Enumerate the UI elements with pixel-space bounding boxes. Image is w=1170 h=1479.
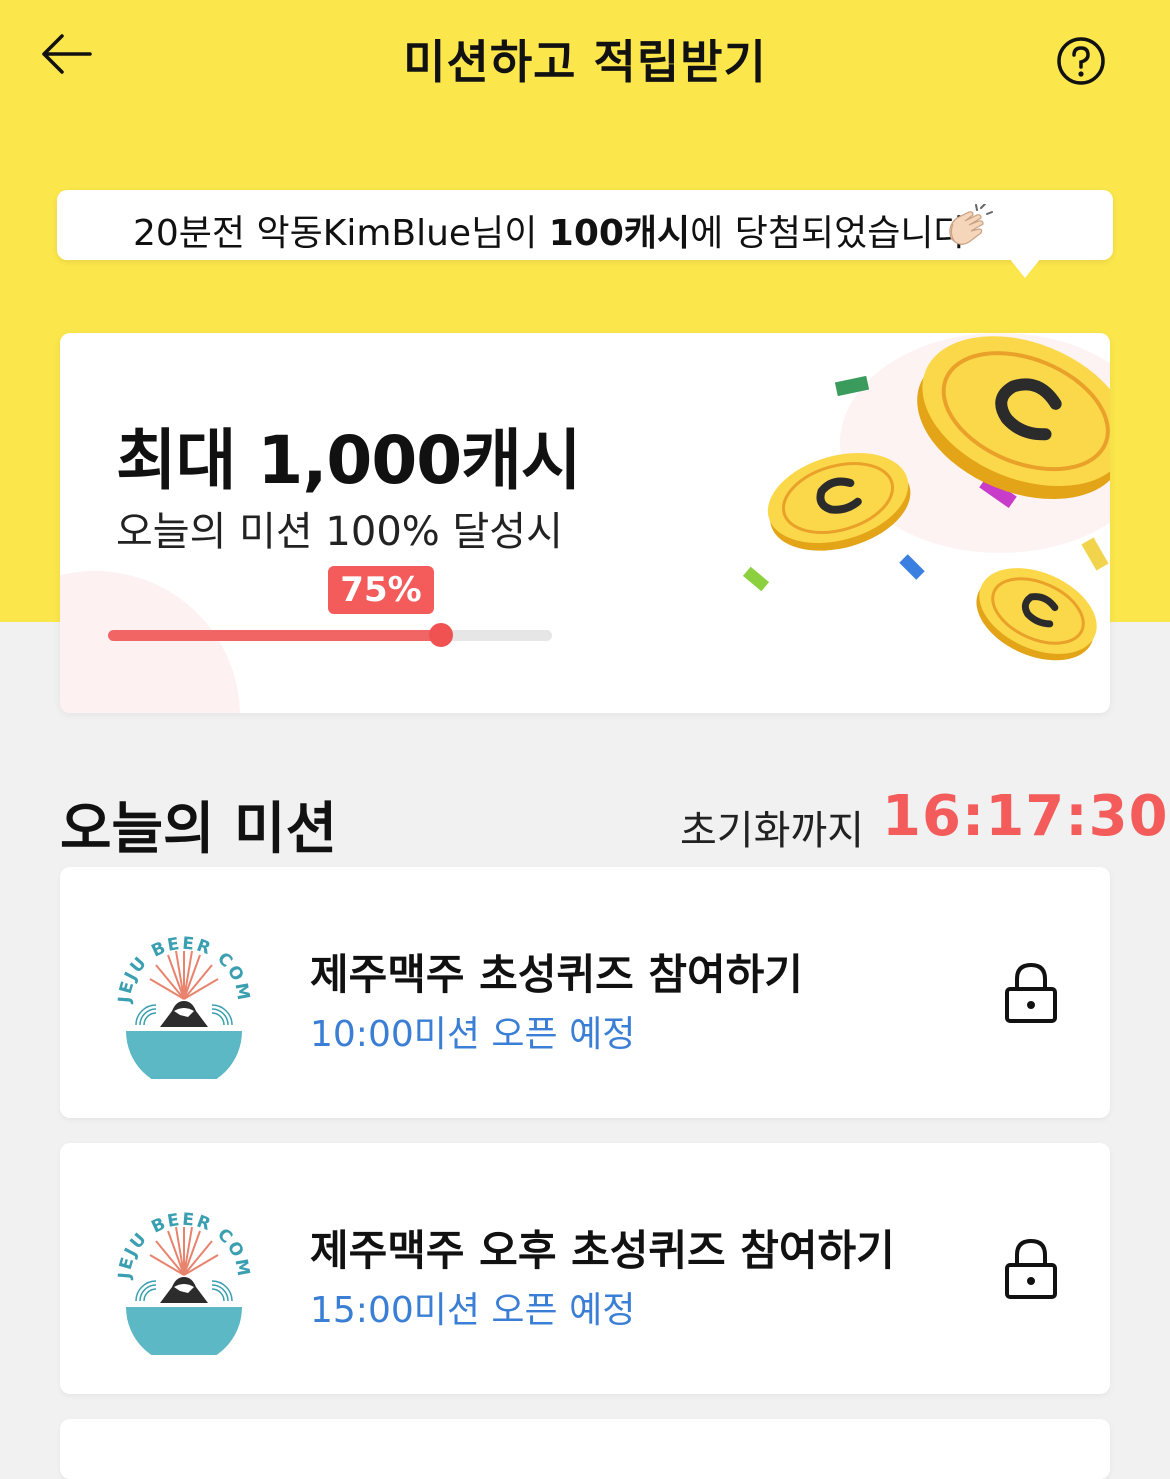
- jeju-beer-logo: JEJU BEER COMPANY: [116, 1183, 252, 1355]
- question-icon: [1057, 37, 1105, 85]
- mission-title: 제주맥주 오후 초성퀴즈 참여하기: [310, 1226, 895, 1275]
- bubble-tail: [1009, 258, 1041, 278]
- winner-suffix: 에 당첨되었습니다: [690, 213, 967, 254]
- decor-circle: [60, 571, 240, 713]
- reward-card: 최대 1,000캐시 오늘의 미션 100% 달성시 75%: [60, 333, 1110, 713]
- mission-card[interactable]: JEJU BEER COMPANY 제주맥주 초성퀴즈 참여하기 10:00미션…: [60, 867, 1110, 1118]
- reset-timer: 16:17:30: [882, 784, 1169, 849]
- mission-card-partial[interactable]: [60, 1419, 1110, 1479]
- reset-label: 초기화까지: [680, 808, 864, 854]
- missions-heading: 오늘의 미션: [60, 797, 338, 862]
- mission-card[interactable]: JEJU BEER COMPANY 제주맥주 오후 초성퀴즈 참여하기 15:0…: [60, 1143, 1110, 1394]
- reward-title: 최대 1,000캐시: [116, 422, 582, 499]
- winner-prefix: 20분전 악동KimBlue님이: [133, 213, 549, 254]
- progress-fill: [108, 630, 441, 641]
- winner-amount: 100캐시: [548, 213, 691, 254]
- progress-track: [108, 623, 552, 647]
- jeju-beer-logo: JEJU BEER COMPANY: [116, 907, 252, 1079]
- clapping-hands-icon: [949, 204, 993, 245]
- app-header: 미션하고 적립받기: [0, 0, 1170, 120]
- mission-status: 10:00미션 오픈 예정: [310, 1014, 636, 1055]
- progress-badge: 75%: [328, 566, 434, 614]
- page-title: 미션하고 적립받기: [403, 35, 767, 89]
- progress-knob: [429, 623, 453, 647]
- coins-illustration: [742, 336, 1110, 661]
- reward-subtitle: 오늘의 미션 100% 달성시: [116, 509, 563, 555]
- lock-icon: [1005, 962, 1057, 1023]
- mission-title: 제주맥주 초성퀴즈 참여하기: [310, 950, 803, 999]
- help-button[interactable]: [1056, 36, 1106, 86]
- winner-notice: 20분전 악동KimBlue님이 100캐시에 당첨되었습니다: [57, 190, 1113, 278]
- lock-icon: [1005, 1238, 1057, 1299]
- mission-status: 15:00미션 오픈 예정: [310, 1290, 636, 1331]
- winner-text: 20분전 악동KimBlue님이 100캐시에 당첨되었습니다: [133, 204, 967, 256]
